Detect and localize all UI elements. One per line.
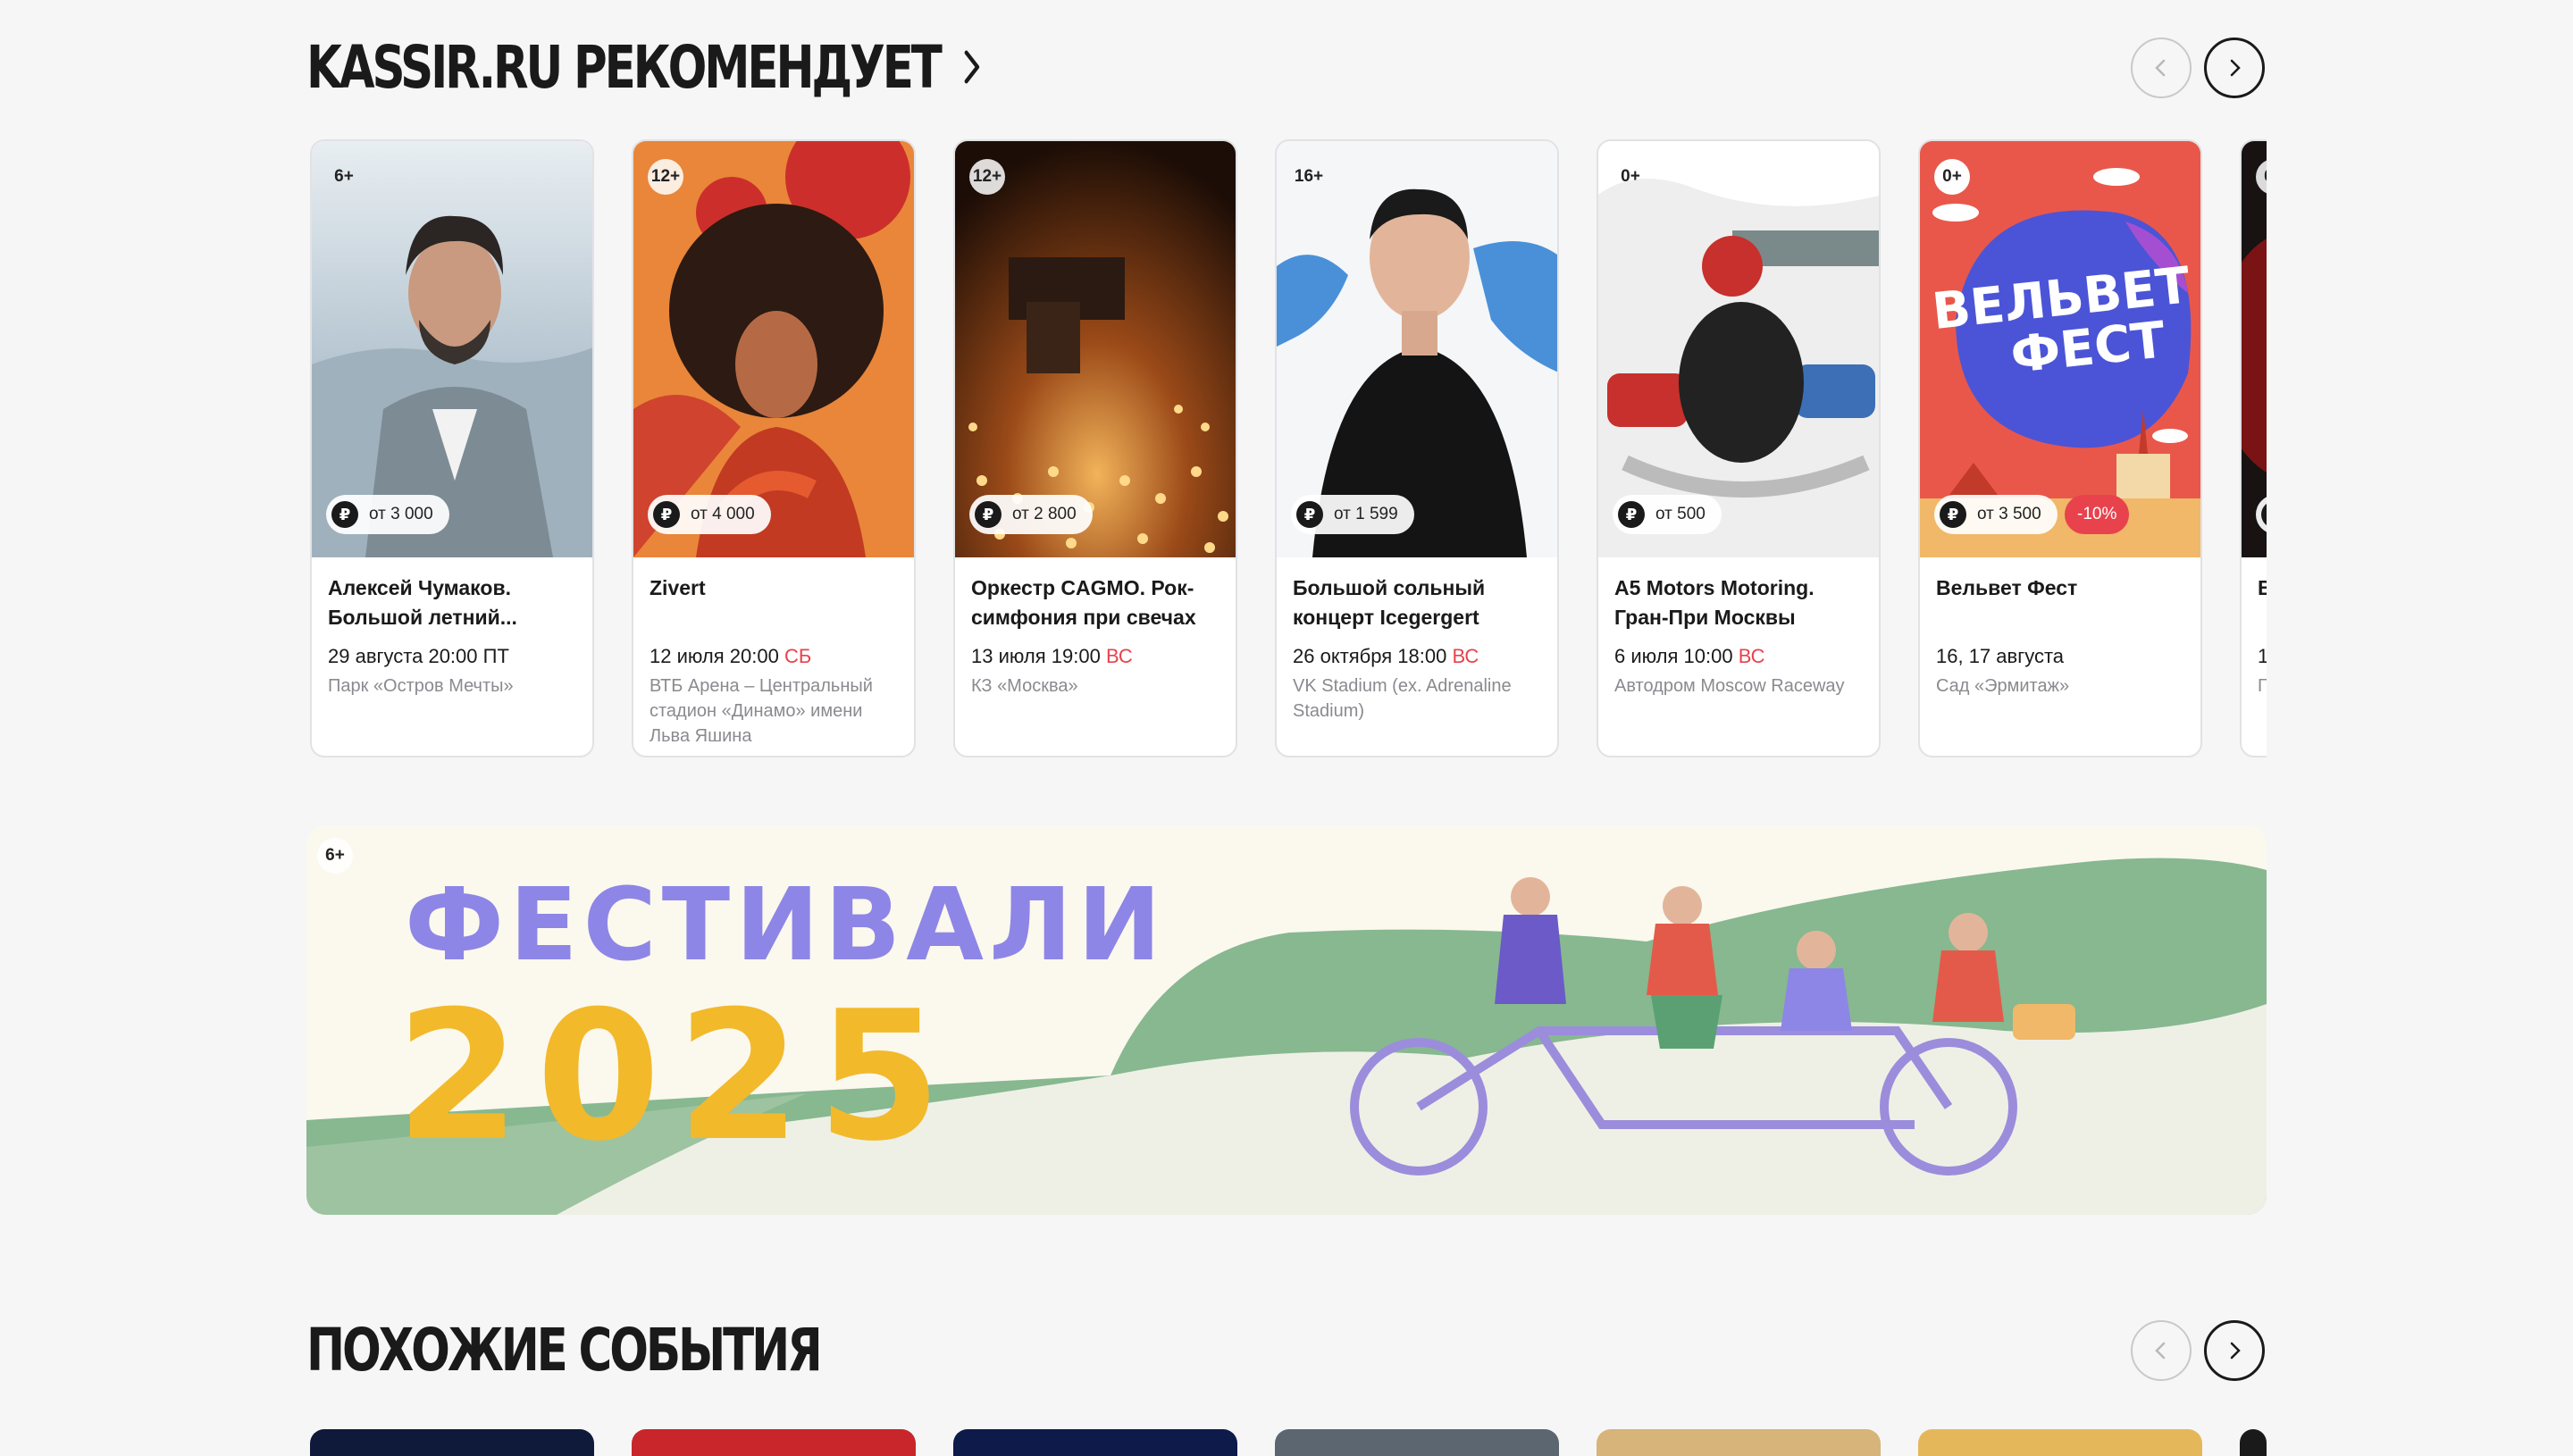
carousel-prev-button[interactable] xyxy=(2131,38,2192,98)
age-rating-badge: 0+ xyxy=(1934,159,1970,195)
ruble-icon: ₽ xyxy=(331,501,358,528)
event-card[interactable]: 6+ ₽ В 1 Г К xyxy=(2240,139,2267,757)
chevron-right-icon xyxy=(2230,1342,2241,1360)
section-title-recommend[interactable]: KASSIR.RU РЕКОМЕНДУЕТ xyxy=(306,33,985,102)
chevron-right-icon xyxy=(2230,59,2241,77)
similar-event-card[interactable] xyxy=(1918,1429,2202,1456)
price-badge: ₽ от 3 500 xyxy=(1934,495,2058,534)
event-venue: Парк «Остров Мечты» xyxy=(328,676,514,696)
event-venue: Сад «Эрмитаж» xyxy=(1936,676,2070,696)
price-text: от 2 800 xyxy=(1012,505,1077,523)
ruble-icon: ₽ xyxy=(1940,501,1966,528)
price-badge: ₽ от 4 000 xyxy=(648,495,771,534)
ruble-icon: ₽ xyxy=(1618,501,1645,528)
price-badge: ₽ от 500 xyxy=(1613,495,1722,534)
event-date-weekday: ВС xyxy=(1738,645,1765,667)
similar-event-card[interactable] xyxy=(632,1429,916,1456)
chevron-left-icon xyxy=(2155,1342,2166,1360)
age-rating-badge: 0+ xyxy=(1621,167,1640,186)
event-date: 13 июля 19:00 ВС xyxy=(971,645,1133,667)
ruble-icon: ₽ xyxy=(1296,501,1323,528)
price-badge: ₽ от 3 000 xyxy=(326,495,449,534)
similar-event-card[interactable] xyxy=(1597,1429,1881,1456)
event-date: 1 xyxy=(2258,643,2267,670)
price-text: от 3 000 xyxy=(369,505,433,523)
price-text: от 4 000 xyxy=(691,505,755,523)
chevron-right-icon xyxy=(964,50,979,84)
event-card[interactable]: 12+ ₽ от 4 000 Zivert 12 июля 20:00 СБ В… xyxy=(632,139,916,757)
event-title: A5 Motors Motoring. Гран-При Москвы xyxy=(1614,576,1815,629)
event-venue: Г К xyxy=(2258,676,2267,696)
event-title: В xyxy=(2258,573,2267,603)
section-title-similar: ПОХОЖИЕ СОБЫТИЯ xyxy=(306,1316,823,1385)
event-date-weekday: ВС xyxy=(1105,645,1133,667)
event-card[interactable]: 6+ ₽ от 3 000 Алексей Чумаков. Большой л… xyxy=(310,139,594,757)
section-title-text: KASSIR.RU РЕКОМЕНДУЕТ xyxy=(306,32,943,102)
event-card[interactable]: 12+ ₽ от 2 800 Оркестр CAGMO. Рок-симфон… xyxy=(953,139,1237,757)
event-carousel: 6+ ₽ от 3 000 Алексей Чумаков. Большой л… xyxy=(306,138,2267,763)
carousel-next-button[interactable] xyxy=(2204,1320,2265,1381)
event-venue: КЗ «Москва» xyxy=(971,676,1078,696)
event-date-weekday: ВС xyxy=(1452,645,1479,667)
age-rating-badge: 16+ xyxy=(1294,167,1324,186)
event-date: 6 июля 10:00 ВС xyxy=(1614,645,1765,667)
price-text: от 1 599 xyxy=(1334,505,1398,523)
event-date-weekday: СБ xyxy=(784,645,812,667)
event-card[interactable]: ВЕЛЬВЕТ ФЕСТ 0+ ₽ от 3 500 -10% Вельвет … xyxy=(1918,139,2202,757)
event-card[interactable]: 0+ ₽ от 500 A5 Motors Motoring. Гран-При… xyxy=(1597,139,1881,757)
event-title: Большой сольный концерт Icegergert xyxy=(1293,576,1486,629)
event-title: Вельвет Фест xyxy=(1936,576,2078,599)
ruble-icon: ₽ xyxy=(653,501,680,528)
banner-title-line2: 2025 xyxy=(396,973,958,1181)
event-date: 29 августа 20:00 ПТ xyxy=(328,645,509,667)
price-badge: ₽ от 2 800 xyxy=(969,495,1093,534)
event-image xyxy=(2242,141,2267,557)
event-date-weekday: ПТ xyxy=(482,645,509,667)
ruble-icon: ₽ xyxy=(2261,501,2267,528)
similar-event-card[interactable] xyxy=(310,1429,594,1456)
age-rating-badge: 6+ xyxy=(334,167,354,186)
banner-title-line1: ФЕСТИВАЛИ xyxy=(405,867,1167,983)
price-text: от 3 500 xyxy=(1977,505,2041,523)
section-title-text: ПОХОЖИЕ СОБЫТИЯ xyxy=(306,1315,823,1385)
discount-badge: -10% xyxy=(2065,495,2130,534)
event-venue: Автодром Moscow Raceway xyxy=(1614,676,1845,696)
event-title: Оркестр CAGMO. Рок-симфония при свечах xyxy=(971,576,1196,629)
age-rating-badge: 12+ xyxy=(969,159,1005,195)
event-venue: ВТБ Арена – Центральный стадион «Динамо»… xyxy=(650,676,873,746)
carousel-prev-button[interactable] xyxy=(2131,1320,2192,1381)
similar-event-card[interactable] xyxy=(953,1429,1237,1456)
carousel-next-button[interactable] xyxy=(2204,38,2265,98)
price-text: от 500 xyxy=(1655,505,1706,523)
event-title: Алексей Чумаков. Большой летний... xyxy=(328,576,517,629)
chevron-left-icon xyxy=(2155,59,2166,77)
similar-event-card[interactable] xyxy=(1275,1429,1559,1456)
ruble-icon: ₽ xyxy=(975,501,1002,528)
age-rating-badge: 6+ xyxy=(317,838,353,874)
festivals-banner[interactable]: ФЕСТИВАЛИ 2025 6+ xyxy=(306,825,2267,1215)
event-date: 26 октября 18:00 ВС xyxy=(1293,645,1479,667)
price-badge: ₽ от 1 599 xyxy=(1291,495,1414,534)
event-venue: VK Stadium (ex. Adrenaline Stadium) xyxy=(1293,676,1512,721)
age-rating-badge: 12+ xyxy=(648,159,683,195)
event-date: 16, 17 августа xyxy=(1936,645,2065,667)
event-card[interactable]: 16+ ₽ от 1 599 Большой сольный концерт I… xyxy=(1275,139,1559,757)
event-date: 12 июля 20:00 СБ xyxy=(650,645,812,667)
similar-event-card[interactable] xyxy=(2240,1429,2267,1456)
event-title: Zivert xyxy=(650,576,706,599)
